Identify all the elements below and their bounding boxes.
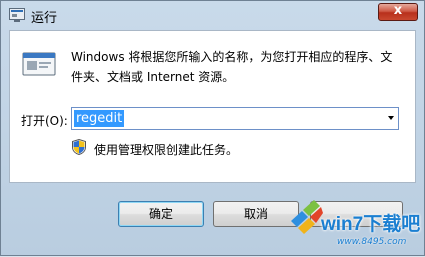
- uac-shield-icon: [72, 139, 86, 155]
- open-label: 打开(O):: [21, 114, 68, 128]
- windows-logo-icon: [291, 200, 323, 234]
- watermark-url: www.8495.com: [337, 237, 407, 247]
- watermark: win7下载吧 www.8495.com: [287, 197, 425, 257]
- dialog-body: Windows 将根据您所输入的名称，为您打开相应的程序、文件夹、文档或 Int…: [9, 30, 416, 183]
- command-combobox[interactable]: regedit: [71, 107, 399, 130]
- ok-button[interactable]: 确定: [118, 201, 204, 227]
- close-icon: x: [393, 3, 403, 18]
- run-app-icon: [9, 8, 25, 22]
- window-title: 运行: [31, 11, 58, 26]
- title-bar[interactable]: 运行 x: [1, 1, 424, 31]
- dialog-description: Windows 将根据您所输入的名称，为您打开相应的程序、文件夹、文档或 Int…: [71, 50, 393, 84]
- close-button[interactable]: x: [378, 3, 418, 21]
- admin-privilege-note: 使用管理权限创建此任务。: [94, 143, 239, 157]
- command-input[interactable]: regedit: [74, 110, 125, 127]
- chevron-down-icon[interactable]: [388, 116, 394, 120]
- run-dialog-window: 运行 x Windows 将根据您所输入的名称，为您打开相应的程序、文件夹、文档…: [0, 0, 425, 256]
- run-program-icon: [22, 52, 56, 76]
- watermark-brand: win7下载吧: [321, 214, 421, 235]
